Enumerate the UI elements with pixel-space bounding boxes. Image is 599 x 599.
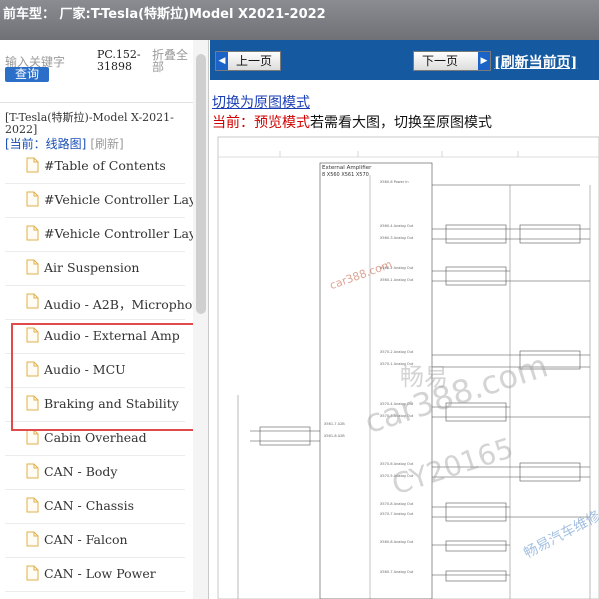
component-title: External Amplifier xyxy=(322,165,372,171)
svg-text:X560-3 Analog Out: X560-3 Analog Out xyxy=(380,236,414,240)
document-icon xyxy=(26,157,39,173)
divider xyxy=(0,102,193,103)
tree-item-label: #Table of Contents xyxy=(44,158,166,173)
tree-item[interactable]: Audio - A2B，Microphone xyxy=(0,286,208,320)
preview-mode-label: 当前：预览模式 xyxy=(212,115,310,131)
page-navbar: ◀ 上一页 下一页 ▶ [刷新当前页] xyxy=(210,40,599,80)
document-icon xyxy=(26,293,39,309)
tree-item-label: CAN - Chassis xyxy=(44,498,135,513)
tree-item[interactable]: #Vehicle Controller Layout xyxy=(0,184,208,218)
query-button[interactable]: 查询 xyxy=(5,67,49,82)
next-page-label: 下一页 xyxy=(422,54,459,68)
component-pins: 8 X560 X561 X570 xyxy=(322,172,369,178)
svg-text:X560-7 Analog Out: X560-7 Analog Out xyxy=(380,570,414,574)
tree-item[interactable]: CAN - Falcon xyxy=(0,524,193,558)
scrollbar-thumb[interactable] xyxy=(196,54,206,314)
main-content: ◀ 上一页 下一页 ▶ [刷新当前页] 切换为原图模式 当前：预览模式若需看大图，切… xyxy=(210,40,599,599)
refresh-tree-link[interactable]: [刷新] xyxy=(90,137,123,151)
preview-mode-hint: 若需看大图，切换至原图模式 xyxy=(310,115,492,131)
document-icon xyxy=(26,429,39,445)
collapse-all-button[interactable]: 折叠全部 xyxy=(152,49,192,73)
arrow-left-icon: ◀ xyxy=(216,52,228,70)
document-icon xyxy=(26,225,39,241)
wiring-diagram[interactable]: X560-6 Power In X560-4 Analog Out X560-3… xyxy=(210,135,599,599)
tree-item[interactable]: Air Suspension xyxy=(0,252,193,286)
sidebar: 输入关键字 查询 PC.152-31898 折叠全部 [T-Tesla(特斯拉)… xyxy=(0,40,209,599)
document-icon xyxy=(26,259,39,275)
highlight-box xyxy=(11,323,201,431)
tree-item-label: CAN - Falcon xyxy=(44,532,128,547)
switch-original-link[interactable]: 切换为原图模式 xyxy=(212,92,310,112)
tree-item[interactable]: CAN - Body xyxy=(0,456,193,490)
document-icon xyxy=(26,531,39,547)
svg-text:X561-8 A2B: X561-8 A2B xyxy=(324,434,345,438)
preview-mode-notice: 当前：预览模式若需看大图，切换至原图模式 xyxy=(212,112,492,132)
tree-item[interactable]: #Vehicle Controller Layout xyxy=(0,218,208,252)
tree-item[interactable]: #Table of Contents xyxy=(0,150,193,184)
svg-text:X570-7 Analog Out: X570-7 Analog Out xyxy=(380,512,414,516)
tree-item[interactable]: CAN - Low Power xyxy=(0,558,193,592)
search-bar: 输入关键字 查询 PC.152-31898 折叠全部 xyxy=(0,40,193,110)
svg-text:X560-1 Analog Out: X560-1 Analog Out xyxy=(380,278,414,282)
tree-item-label: Audio - A2B，Microphone xyxy=(44,297,208,312)
current-view-label: [当前：线路图] xyxy=(5,137,87,151)
arrow-right-icon: ▶ xyxy=(478,52,490,70)
refresh-page-link[interactable]: [刷新当前页] xyxy=(494,52,577,72)
vehicle-title: 前车型： 厂家:T-Tesla(特斯拉)Model X2021-2022 xyxy=(3,7,326,22)
title-bar: 前车型： 厂家:T-Tesla(特斯拉)Model X2021-2022 xyxy=(0,0,599,40)
document-icon xyxy=(26,565,39,581)
tree-item-label: Cabin Overhead xyxy=(44,430,147,445)
svg-text:X560-4 Analog Out: X560-4 Analog Out xyxy=(380,224,414,228)
tree-item[interactable]: CAN - Chassis xyxy=(0,490,193,524)
vehicle-path: [T-Tesla(特斯拉)-Model X-2021-2022] xyxy=(5,111,174,136)
svg-text:X570-2 Analog Out: X570-2 Analog Out xyxy=(380,350,414,354)
document-code: PC.152-31898 xyxy=(97,48,141,73)
svg-text:X570-8 Analog Out: X570-8 Analog Out xyxy=(380,502,414,506)
document-icon xyxy=(26,191,39,207)
svg-text:X560-6 Power In: X560-6 Power In xyxy=(380,180,409,184)
tree-item-label: Air Suspension xyxy=(44,260,140,275)
next-page-button[interactable]: 下一页 ▶ xyxy=(413,51,491,71)
sidebar-scrollbar[interactable] xyxy=(193,40,208,599)
prev-page-button[interactable]: ◀ 上一页 xyxy=(215,51,281,71)
prev-page-label: 上一页 xyxy=(236,54,273,68)
svg-text:X560-8 Analog Out: X560-8 Analog Out xyxy=(380,540,414,544)
svg-text:X561-7 A2B: X561-7 A2B xyxy=(324,422,345,426)
document-icon xyxy=(26,463,39,479)
divider xyxy=(5,591,185,592)
tree-item-label: CAN - Low Power xyxy=(44,566,156,581)
document-icon xyxy=(26,497,39,513)
tree-item-label: #Vehicle Controller Layout xyxy=(44,192,209,207)
tree-item-label: #Vehicle Controller Layout xyxy=(44,226,209,241)
tree-item-label: CAN - Body xyxy=(44,464,118,479)
